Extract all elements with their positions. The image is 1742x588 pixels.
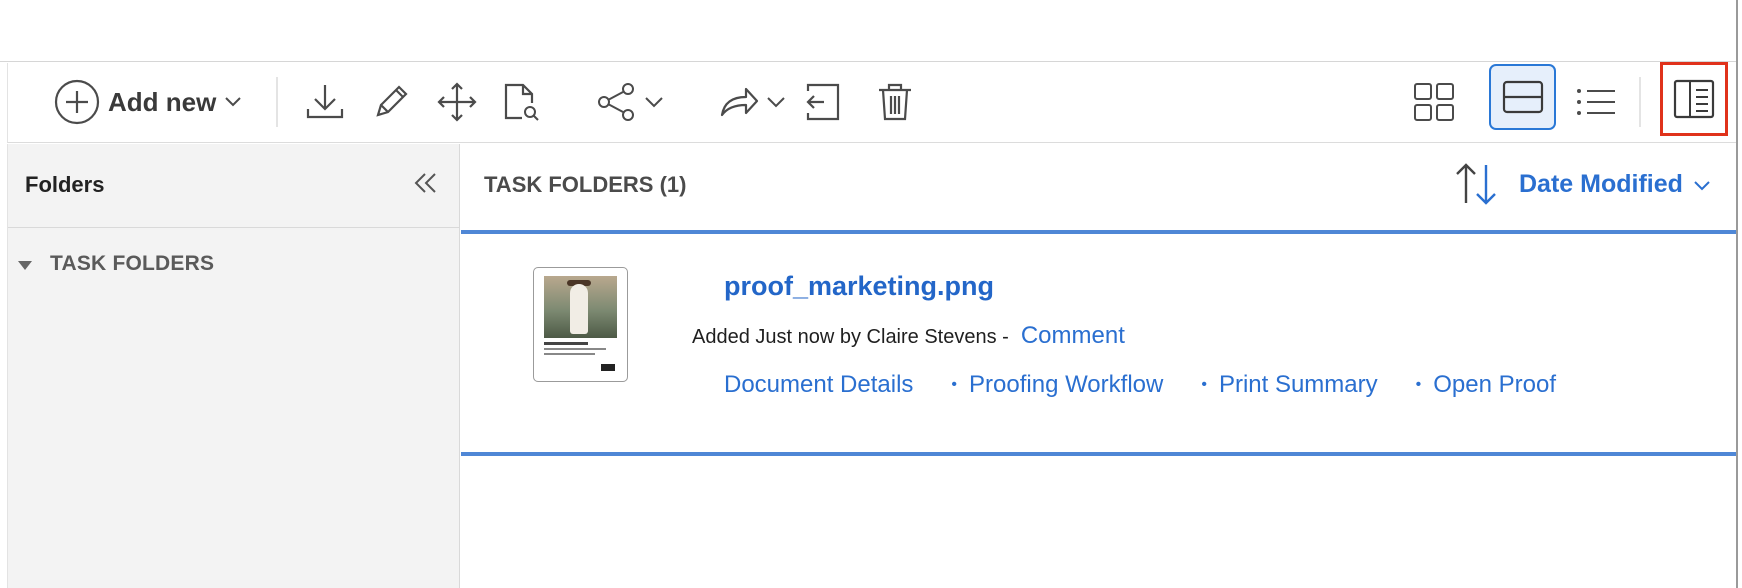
separator-dot: • <box>951 376 958 393</box>
separator-dot: • <box>1415 376 1422 393</box>
download-icon <box>304 81 346 123</box>
edit-button[interactable] <box>368 79 414 125</box>
open-proof-link[interactable]: Open Proof <box>1433 371 1556 399</box>
document-filename-link[interactable]: proof_marketing.png <box>724 271 994 302</box>
folders-panel-header: Folders <box>8 144 459 228</box>
tree-item-label: TASK FOLDERS <box>50 252 215 275</box>
document-added-info: Added Just now by Claire Stevens - Comme… <box>692 322 1125 350</box>
toolbar-separator <box>1639 77 1641 127</box>
toggle-details-panel-button[interactable] <box>1660 62 1728 136</box>
thumbnail-image <box>544 276 617 338</box>
share-button[interactable] <box>592 79 668 125</box>
add-circle-icon <box>54 79 100 125</box>
grid-view-button[interactable] <box>1410 75 1458 129</box>
card-view-icon <box>1502 80 1544 114</box>
list-view-icon <box>1575 87 1617 117</box>
proofing-workflow-link[interactable]: Proofing Workflow <box>969 371 1163 399</box>
download-button[interactable] <box>302 79 348 125</box>
tree-item-task-folders[interactable]: TASK FOLDERS <box>18 252 214 276</box>
add-new-button[interactable]: Add new <box>54 75 242 129</box>
chevron-down-icon <box>644 96 664 108</box>
toolbar-separator <box>276 77 278 127</box>
delete-button[interactable] <box>872 79 918 125</box>
top-blank-area <box>0 0 1742 62</box>
collapse-panel-icon[interactable] <box>414 172 438 199</box>
document-links: Document Details • Proofing Workflow • P… <box>724 371 1594 399</box>
add-new-label: Add new <box>108 86 217 117</box>
checkin-button[interactable] <box>800 79 846 125</box>
checkin-icon <box>802 81 844 123</box>
toolbar: Add new <box>7 62 1736 143</box>
sort-dropdown[interactable]: Date Modified <box>1519 170 1711 199</box>
move-button[interactable] <box>434 79 480 125</box>
toggle-panel-icon <box>1673 79 1715 119</box>
trash-icon <box>874 81 916 123</box>
grid-view-icon <box>1413 82 1455 122</box>
folders-title: Folders <box>25 172 105 197</box>
search-document-icon <box>500 81 542 123</box>
card-view-button[interactable] <box>1489 64 1556 130</box>
sort-label: Date Modified <box>1519 170 1683 198</box>
expand-caret-icon[interactable] <box>18 260 32 270</box>
move-icon <box>436 81 478 123</box>
list-view-button[interactable] <box>1572 75 1620 129</box>
pencil-icon <box>370 81 412 123</box>
forward-icon <box>718 81 760 123</box>
chevron-down-icon <box>224 96 242 108</box>
share-icon <box>596 81 638 123</box>
document-thumbnail[interactable] <box>533 267 628 382</box>
section-title: TASK FOLDERS (1) <box>484 172 687 197</box>
folders-panel: Folders TASK FOLDERS <box>7 144 460 588</box>
separator-dot: • <box>1201 376 1207 393</box>
document-details-link[interactable]: Document Details <box>724 371 913 399</box>
comment-link[interactable]: Comment <box>1021 322 1125 350</box>
window-edge <box>1736 0 1742 588</box>
document-card: proof_marketing.png Added Just now by Cl… <box>461 230 1736 456</box>
view-proof-button[interactable] <box>498 79 544 125</box>
added-by-text: Added Just now by Claire Stevens - <box>692 326 1009 348</box>
forward-button[interactable] <box>714 79 790 125</box>
main-content: TASK FOLDERS (1) Date Modified proof_mar… <box>461 144 1736 588</box>
print-summary-link[interactable]: Print Summary <box>1219 371 1378 399</box>
chevron-down-icon <box>1693 170 1711 199</box>
chevron-down-icon <box>766 96 786 108</box>
sort-direction-icon[interactable] <box>1454 161 1498 212</box>
